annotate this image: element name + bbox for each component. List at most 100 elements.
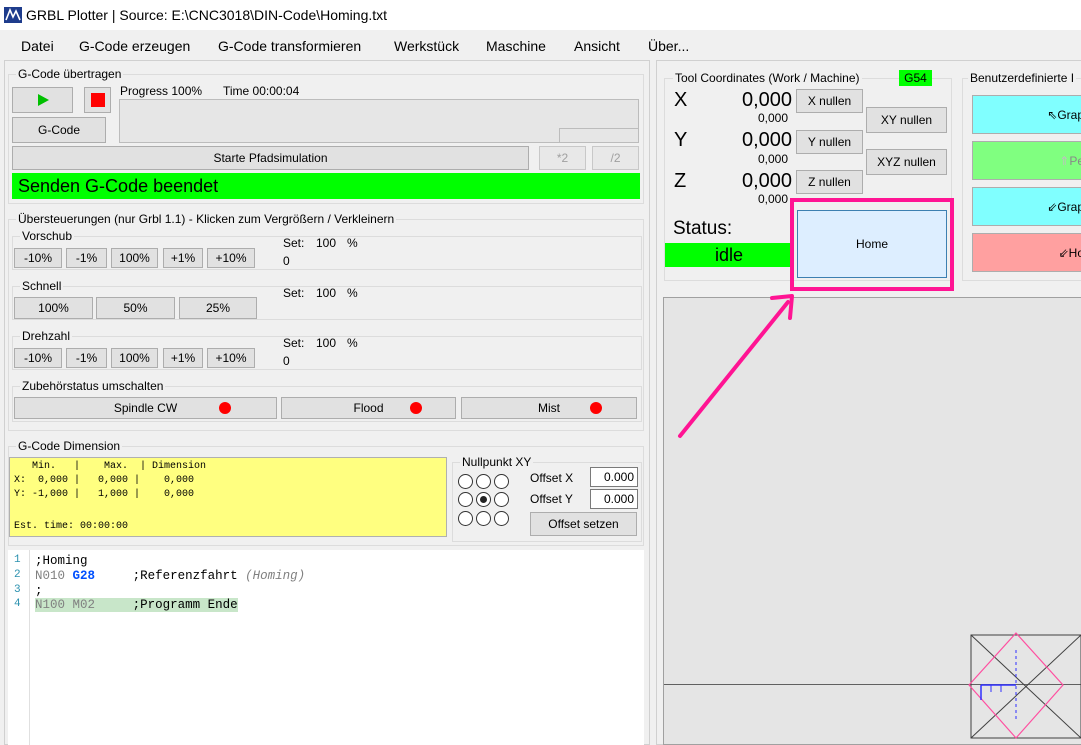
code-comment: ;Referenzfahrt [132,569,238,583]
zero-radio-mid-right[interactable] [494,492,509,507]
xyz-zero-button[interactable]: XYZ nullen [866,149,947,175]
offset-x-input[interactable]: 0.000 [590,467,638,487]
stop-icon [90,93,105,107]
flood-indicator-icon [410,402,422,414]
menu-gcode-erzeugen[interactable]: G-Code erzeugen [79,38,190,54]
feed-plus1-button[interactable]: +1% [163,248,203,268]
spindle-plus1-button[interactable]: +1% [163,348,203,368]
sim-speed-times2-button[interactable]: *2 [539,146,586,170]
x-axis-label: X [674,89,688,111]
menu-bar: Datei G-Code erzeugen G-Code transformie… [0,33,1081,59]
line-number-4: 4 [14,598,21,610]
y-work-value: 0,000 [742,129,793,151]
flood-button[interactable]: Flood [281,397,456,419]
code-gword: G28 [72,569,96,583]
menu-ansicht[interactable]: Ansicht [574,38,620,54]
y-machine-value: 0,000 [758,152,789,166]
rapid-25-button[interactable]: 25% [179,297,257,319]
spindle-minus1-button[interactable]: -1% [66,348,107,368]
mist-indicator-icon [590,402,602,414]
spindle-set-label: Set: [283,336,305,350]
dimension-header: Min. | Max. | Dimension [14,461,207,472]
rapid-override-label: Schnell [20,279,64,293]
custom-button-graph-1-label: Grap [1057,107,1081,122]
coords-label: Tool Coordinates (Work / Machine) [673,71,862,85]
menu-ueber[interactable]: Über... [648,38,689,54]
est-time: Est. time: 00:00:00 [14,521,129,532]
custom-button-pen-label: Pe [1069,153,1081,168]
custom-button-graph-1[interactable]: ⇖ Grap [972,95,1081,134]
offset-set-button[interactable]: Offset setzen [530,512,637,536]
zero-radio-bottom-right[interactable] [494,511,509,526]
status-value-badge: idle [665,243,793,267]
gcode-transfer-label: G-Code übertragen [16,67,124,81]
spindle-override-label: Drehzahl [20,329,73,343]
custom-button-graph-2-label: Grap [1057,199,1081,214]
feed-actual-value: 0 [283,254,290,268]
sim-speed-div2-button[interactable]: /2 [592,146,639,170]
zero-radio-top-left[interactable] [458,474,473,489]
zero-radio-top-right[interactable] [494,474,509,489]
zero-radio-center[interactable] [476,492,491,507]
canvas-origin-marker [968,632,1081,739]
offset-y-input[interactable]: 0.000 [590,489,638,509]
menu-maschine[interactable]: Maschine [486,38,546,54]
rapid-50-button[interactable]: 50% [96,297,175,319]
code-nword: N010 [35,569,66,583]
zero-radio-bottom-center[interactable] [476,511,491,526]
custom-button-home-label: Ho [1068,245,1081,260]
feed-minus10-button[interactable]: -10% [14,248,62,268]
x-zero-button[interactable]: X nullen [796,89,863,113]
spindle-set-unit: % [347,336,358,350]
xy-zero-button[interactable]: XY nullen [866,107,947,133]
z-work-value: 0,000 [742,170,793,192]
y-zero-button[interactable]: Y nullen [796,130,863,154]
spindle-actual-value: 0 [283,354,290,368]
arrow-up-icon: ⇑ [1059,153,1070,168]
annotation-arrow-icon [678,294,794,438]
line-number-1: 1 [14,554,21,566]
feed-override-label: Vorschub [20,229,75,243]
custom-button-home[interactable]: ⇙ Ho [972,233,1081,272]
code-paren-comment: (Homing) [245,569,306,583]
feed-set-label: Set: [283,236,305,250]
overrides-label: Übersteuerungen (nur Grbl 1.1) - Klicken… [16,212,397,226]
flood-label: Flood [353,401,384,415]
offset-y-label: Offset Y [530,492,573,506]
rapid-100-button[interactable]: 100% [14,297,93,319]
spindle-minus10-button[interactable]: -10% [14,348,62,368]
z-zero-button[interactable]: Z nullen [796,170,863,194]
spindle-cw-button[interactable]: Spindle CW [14,397,277,419]
custom-buttons-label: Benutzerdefinierte I [968,71,1077,85]
y-axis-label: Y [674,129,688,151]
x-work-value: 0,000 [742,89,793,111]
custom-button-graph-2[interactable]: ⇙ Grap [972,187,1081,226]
zero-radio-mid-left[interactable] [458,492,473,507]
play-icon [37,94,49,106]
zero-radio-bottom-left[interactable] [458,511,473,526]
play-button[interactable] [12,87,73,113]
dimension-row-y: Y: -1,000 | 1,000 | 0,000 [14,489,195,500]
simulate-path-button[interactable]: Starte Pfadsimulation [12,146,529,170]
code-nword-4: N100 [35,598,66,612]
accessory-label: Zubehörstatus umschalten [20,379,166,393]
gcode-button[interactable]: G-Code [12,117,106,143]
feed-set-value: 100 [316,236,337,250]
custom-button-pen[interactable]: ⇑ Pe [972,141,1081,180]
spindle-100-button[interactable]: 100% [111,348,158,368]
menu-werkstueck[interactable]: Werkstück [394,38,459,54]
feed-100-button[interactable]: 100% [111,248,158,268]
app-icon [4,7,22,23]
stop-button[interactable] [84,87,111,113]
menu-datei[interactable]: Datei [21,38,54,54]
code-mword: M02 [72,598,96,612]
mist-button[interactable]: Mist [461,397,637,419]
progress-sub-bar [559,128,639,143]
feed-plus10-button[interactable]: +10% [207,248,255,268]
status-label: Status: [673,218,733,239]
zero-radio-top-center[interactable] [476,474,491,489]
spindle-plus10-button[interactable]: +10% [207,348,255,368]
feed-minus1-button[interactable]: -1% [66,248,107,268]
code-line-2: N010 G28 ;Referenzfahrt (Homing) [35,569,305,583]
menu-gcode-transformieren[interactable]: G-Code transformieren [218,38,361,54]
